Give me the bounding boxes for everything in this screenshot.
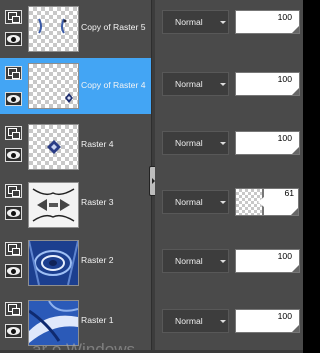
- visibility-eye-icon[interactable]: [5, 148, 22, 162]
- blend-mode-dropdown[interactable]: Normal: [162, 131, 229, 155]
- layer-thumbnail: [28, 240, 79, 286]
- chevron-down-icon: [220, 201, 226, 204]
- visibility-eye-icon[interactable]: [5, 264, 22, 278]
- layer-thumbnail: [28, 124, 79, 170]
- layer-controls-row: Normal 100: [155, 72, 303, 96]
- layer-thumbnail: [28, 182, 79, 228]
- layer-group-icon[interactable]: [5, 66, 22, 80]
- layer-thumbnail: [28, 63, 79, 109]
- layer-thumbnail: [28, 6, 79, 52]
- layer-row-copy-of-raster-4[interactable]: Copy of Raster 4: [0, 58, 152, 114]
- layers-palette: Copy of Raster 5 Copy of Raster 4 Raster…: [0, 0, 303, 353]
- layer-group-icon[interactable]: [5, 242, 22, 256]
- opacity-field[interactable]: 100: [235, 10, 300, 34]
- layer-name: Raster 1: [81, 315, 114, 325]
- blend-mode-dropdown[interactable]: Normal: [162, 72, 229, 96]
- opacity-slider-corner-icon[interactable]: [291, 208, 298, 215]
- chevron-down-icon: [220, 142, 226, 145]
- visibility-eye-icon[interactable]: [5, 92, 22, 106]
- opacity-slider-corner-icon[interactable]: [292, 325, 299, 332]
- layer-name: Raster 4: [81, 139, 114, 149]
- blend-mode-dropdown[interactable]: Normal: [162, 190, 229, 214]
- layer-controls-row: Normal 100: [155, 10, 303, 34]
- blend-mode-dropdown[interactable]: Normal: [162, 309, 229, 333]
- opacity-slider-corner-icon[interactable]: [292, 26, 299, 33]
- layer-group-icon[interactable]: [5, 126, 22, 140]
- layer-controls-row: Normal 100: [155, 131, 303, 155]
- chevron-down-icon: [220, 260, 226, 263]
- opacity-field[interactable]: 100: [235, 72, 300, 96]
- visibility-eye-icon[interactable]: [5, 324, 22, 338]
- opacity-slider-corner-icon[interactable]: [292, 147, 299, 154]
- opacity-pointer-icon: [258, 197, 264, 207]
- chevron-down-icon: [220, 83, 226, 86]
- layer-name: Raster 3: [81, 197, 114, 207]
- opacity-field[interactable]: 100: [235, 131, 300, 155]
- layer-name: Copy of Raster 5: [81, 22, 146, 32]
- layer-controls-row: Normal 100: [155, 309, 303, 333]
- layer-row-raster-3[interactable]: Raster 3: [0, 176, 152, 232]
- layer-list: Copy of Raster 5 Copy of Raster 4 Raster…: [0, 0, 152, 353]
- layer-name: Copy of Raster 4: [81, 80, 146, 90]
- opacity-slider-corner-icon[interactable]: [292, 88, 299, 95]
- layer-row-raster-2[interactable]: Raster 2: [0, 234, 152, 290]
- layer-group-icon[interactable]: [5, 10, 22, 24]
- layer-controls-row: Normal 100: [155, 249, 303, 273]
- layer-controls-row: Normal 61: [155, 188, 303, 216]
- chevron-down-icon: [220, 320, 226, 323]
- opacity-field[interactable]: 100: [235, 249, 300, 273]
- layer-properties: Normal 100 Normal 100 Normal 100 Normal …: [155, 0, 303, 353]
- layer-name: Raster 2: [81, 255, 114, 265]
- chevron-down-icon: [220, 21, 226, 24]
- opacity-field[interactable]: 61: [258, 188, 299, 216]
- layer-group-icon[interactable]: [5, 184, 22, 198]
- visibility-eye-icon[interactable]: [5, 206, 22, 220]
- opacity-field[interactable]: 100: [235, 309, 300, 333]
- layer-row-raster-4[interactable]: Raster 4: [0, 118, 152, 174]
- layer-row-copy-of-raster-5[interactable]: Copy of Raster 5: [0, 2, 152, 58]
- visibility-eye-icon[interactable]: [5, 32, 22, 46]
- layer-group-icon[interactable]: [5, 302, 22, 316]
- blend-mode-dropdown[interactable]: Normal: [162, 249, 229, 273]
- opacity-slider-corner-icon[interactable]: [292, 265, 299, 272]
- blend-mode-dropdown[interactable]: Normal: [162, 10, 229, 34]
